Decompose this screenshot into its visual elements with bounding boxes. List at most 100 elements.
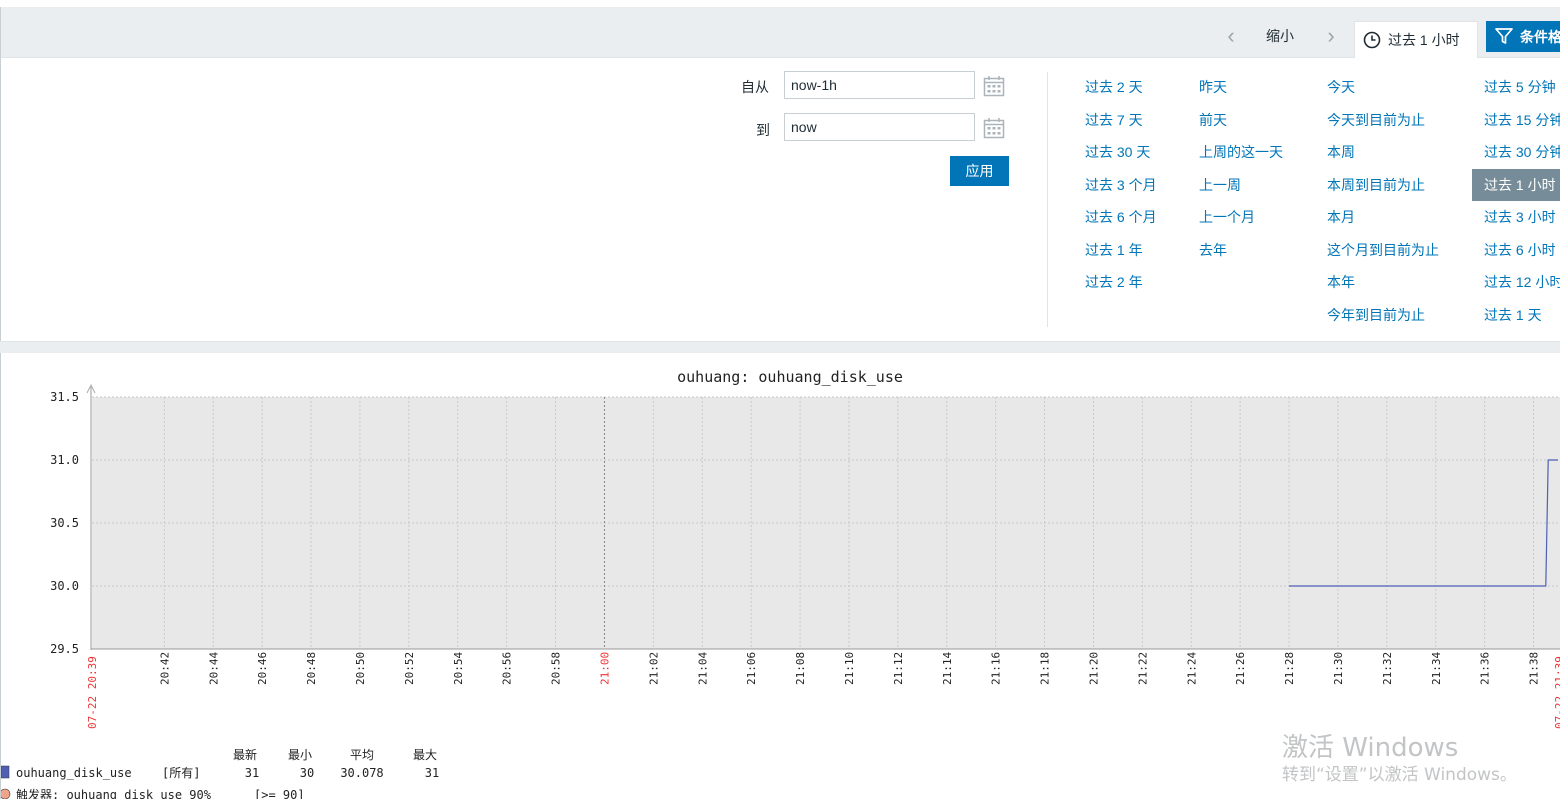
quick-range-link[interactable]: 过去 7 天 [1085, 110, 1143, 130]
quick-range-col4: 过去 5 分钟 过去 15 分钟 过去 30 分钟 过去 1 小时 过去 3 小… [1472, 70, 1560, 330]
x-tick-label: 21:28 [1283, 652, 1296, 685]
x-tick-label: 20:44 [207, 652, 220, 685]
tab-time-label: 过去 1 小时 [1388, 32, 1460, 48]
time-selection-panel [0, 58, 1560, 341]
from-input[interactable] [784, 71, 975, 99]
x-tick-label: 21:16 [990, 652, 1003, 685]
x-tick-label: 21:12 [892, 652, 905, 685]
legend-header-min: 最小 [288, 748, 312, 762]
chevron-left-icon[interactable]: ‹ [1224, 24, 1238, 48]
legend-trigger-label: 触发器: ouhuang_disk_use 90% [16, 787, 212, 799]
quick-range-link[interactable]: 去年 [1199, 240, 1227, 260]
legend-series-scope: [所有] [162, 766, 200, 780]
x-tick-label: 20:48 [305, 652, 318, 685]
quick-range-link[interactable]: 上一周 [1199, 175, 1241, 195]
y-tick-label: 31.5 [50, 390, 79, 404]
quick-range-link[interactable]: 上周的这一天 [1199, 142, 1283, 162]
tab-time-range[interactable]: 过去 1 小时 [1354, 21, 1478, 58]
quick-range-link-active[interactable]: 过去 1 小时 [1472, 169, 1560, 201]
quick-range-link[interactable]: 过去 2 年 [1085, 272, 1143, 292]
legend-header-last: 最新 [233, 747, 257, 762]
quick-range-link[interactable]: 本周到目前为止 [1327, 175, 1425, 195]
x-tick-label: 20:50 [354, 652, 367, 685]
quick-range-link[interactable]: 今年到目前为止 [1327, 305, 1425, 325]
x-tick-label: 20:42 [158, 652, 171, 685]
x-tick-label: 21:36 [1479, 652, 1492, 685]
x-tick-label: 20:58 [550, 652, 563, 685]
x-start-label: 07-22 20:39 [86, 656, 99, 729]
x-tick-label: 21:08 [794, 652, 807, 685]
x-tick-label: 21:02 [647, 652, 660, 685]
x-tick-label: 20:56 [501, 652, 514, 685]
quick-range-link[interactable]: 过去 6 小时 [1484, 240, 1556, 260]
legend-trigger-cond: [>= 90] [254, 788, 305, 799]
quick-range-link[interactable]: 过去 5 分钟 [1484, 77, 1556, 97]
x-tick-label: 21:04 [696, 652, 709, 685]
chevron-right-icon[interactable]: › [1324, 24, 1338, 48]
x-tick-label: 20:46 [256, 652, 269, 685]
tab-filter[interactable]: 条件格 [1486, 21, 1560, 52]
to-label: 到 [756, 122, 770, 138]
x-tick-label: 20:52 [403, 652, 416, 685]
quick-range-link[interactable]: 前天 [1199, 110, 1227, 130]
quick-range-link[interactable]: 过去 6 个月 [1085, 207, 1157, 227]
quick-range-link[interactable]: 上一个月 [1199, 207, 1255, 227]
activate-windows-watermark: 激活 Windows [1282, 733, 1459, 763]
quick-range-link[interactable]: 过去 2 天 [1085, 77, 1143, 97]
divider [1047, 72, 1048, 327]
legend-value-avg: 30.078 [340, 766, 383, 780]
quick-range-link[interactable]: 今天 [1327, 77, 1355, 97]
activate-windows-hint: 转到“设置”以激活 Windows。 [1282, 765, 1517, 785]
legend-trigger-swatch [0, 788, 11, 800]
clock-icon [1363, 31, 1381, 49]
quick-range-link[interactable]: 昨天 [1199, 77, 1227, 97]
legend-header-max: 最大 [413, 748, 437, 762]
x-tick-label: 21:22 [1136, 652, 1149, 685]
quick-range-link[interactable]: 过去 3 个月 [1085, 175, 1157, 195]
quick-range-link[interactable]: 这个月到目前为止 [1327, 240, 1439, 260]
quick-range-link[interactable]: 过去 1 年 [1085, 240, 1143, 260]
x-tick-label: 21:30 [1332, 652, 1345, 685]
quick-range-link[interactable]: 过去 12 小时 [1484, 272, 1560, 292]
x-tick-label: 21:32 [1381, 652, 1394, 685]
y-tick-label: 30.5 [50, 516, 79, 530]
legend-value-min: 30 [300, 766, 314, 780]
legend-series-name: ouhuang_disk_use [16, 766, 132, 780]
calendar-icon[interactable] [983, 117, 1005, 139]
top-strip [0, 0, 1560, 7]
legend-value-last: 31 [245, 766, 259, 780]
y-tick-label: 30.0 [50, 579, 79, 593]
legend-value-max: 31 [425, 766, 439, 780]
chart-title: ouhuang: ouhuang_disk_use [677, 368, 903, 386]
calendar-icon[interactable] [983, 75, 1005, 97]
x-tick-label: 21:10 [843, 652, 856, 685]
apply-button[interactable]: 应用 [950, 156, 1009, 186]
quick-range-link[interactable]: 本月 [1327, 207, 1355, 227]
zoom-out-button[interactable]: 缩小 [1266, 26, 1294, 46]
x-tick-label: 21:00 [598, 652, 611, 685]
quick-range-link[interactable]: 今天到目前为止 [1327, 110, 1425, 130]
quick-range-link[interactable]: 过去 3 小时 [1484, 207, 1556, 227]
quick-range-link[interactable]: 本周 [1327, 142, 1355, 162]
to-input[interactable] [784, 113, 975, 141]
legend-swatch [0, 765, 10, 779]
quick-range-link[interactable]: 过去 1 天 [1484, 305, 1542, 325]
x-tick-label: 21:20 [1087, 652, 1100, 685]
quick-range-link[interactable]: 本年 [1327, 272, 1355, 292]
x-tick-label: 21:14 [941, 652, 954, 685]
quick-range-link[interactable]: 过去 30 分钟 [1484, 142, 1560, 162]
tab-filter-label: 条件格 [1520, 29, 1560, 45]
y-tick-label: 31.0 [50, 453, 79, 467]
quick-range-link[interactable]: 过去 30 天 [1085, 142, 1150, 162]
from-label: 自从 [741, 79, 769, 95]
legend-header-avg: 平均 [350, 748, 374, 762]
x-end-label: 07-22 21:39 [1553, 656, 1560, 729]
x-tick-label: 21:34 [1430, 652, 1443, 685]
funnel-icon [1495, 28, 1513, 44]
y-tick-label: 29.5 [50, 642, 79, 656]
x-tick-label: 21:38 [1528, 652, 1541, 685]
x-tick-label: 21:26 [1234, 652, 1247, 685]
quick-range-link[interactable]: 过去 15 分钟 [1484, 110, 1560, 130]
x-tick-label: 21:06 [745, 652, 758, 685]
x-tick-label: 21:18 [1039, 652, 1052, 685]
